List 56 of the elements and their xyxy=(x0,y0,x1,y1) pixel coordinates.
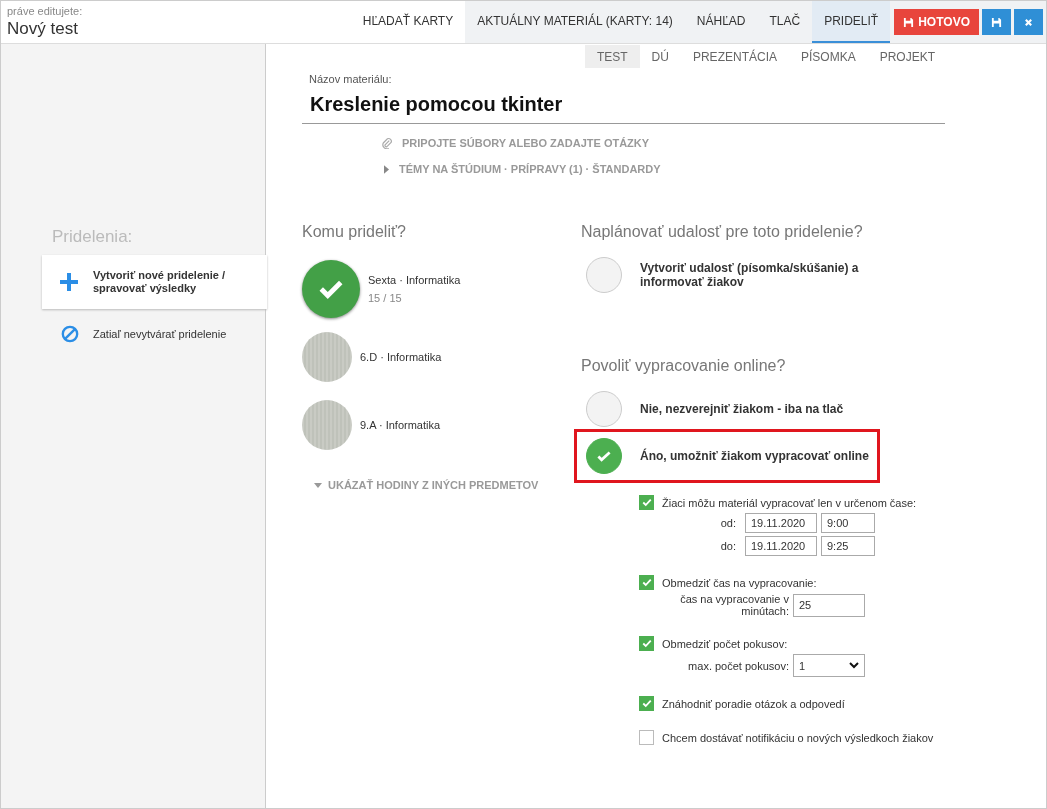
section-heading: Naplánovať udalosť pre toto pridelenie? xyxy=(581,223,864,241)
checkbox[interactable] xyxy=(639,495,654,510)
tab[interactable]: NÁHĽAD xyxy=(684,1,758,43)
caret-icon xyxy=(314,482,322,488)
save-button[interactable] xyxy=(982,9,1011,35)
tab[interactable]: PRIDELIŤ xyxy=(812,1,891,43)
type-tab[interactable]: PREZENTÁCIA xyxy=(680,45,789,68)
section-heading: Komu prideliť? xyxy=(302,223,407,241)
radio-option[interactable]: Áno, umožniť žiakom vypracovať online xyxy=(574,429,880,483)
field-label: max. počet pokusov: xyxy=(687,659,789,672)
checkbox[interactable] xyxy=(639,730,654,745)
checkbox[interactable] xyxy=(639,636,654,651)
document-title: Nový test xyxy=(7,19,79,39)
sidebar-item[interactable]: Vytvoriť nové pridelenie / spravovať výsledky xyxy=(42,255,267,309)
chevron-down-icon xyxy=(849,662,859,669)
field-label: do: xyxy=(719,540,737,552)
date-field[interactable]: 19.11.2020 xyxy=(745,513,817,533)
field-label: Názov materiálu: xyxy=(309,73,393,85)
type-tab[interactable]: PÍSOMKA xyxy=(788,45,868,68)
date-field[interactable]: 19.11.2020 xyxy=(745,536,817,556)
checkbox[interactable] xyxy=(639,696,654,711)
section-heading: Povoliť vypracovanie online? xyxy=(581,357,787,375)
type-tab[interactable]: DÚ xyxy=(639,45,681,68)
sidebar-item[interactable]: Zatiaľ nevytvárať pridelenie xyxy=(42,309,265,359)
type-tab[interactable]: PROJEKT xyxy=(867,45,947,68)
close-icon xyxy=(1024,17,1033,27)
time-field[interactable]: 9:25 xyxy=(821,536,875,556)
field-label: čas na vypracovanie v minútach: xyxy=(679,593,789,617)
checkbox-label: Znáhodniť poradie otázok a odpovedí xyxy=(662,697,845,710)
sidebar-heading: Pridelenia: xyxy=(52,227,134,247)
close-button[interactable] xyxy=(1014,9,1043,35)
ban-icon xyxy=(61,325,79,343)
checkbox-label: Obmedziť čas na vypracovanie: xyxy=(662,576,817,589)
save-icon xyxy=(991,16,1002,28)
checkbox-label: Chcem dostávať notifikáciu o nových výsledkoch žiakov xyxy=(662,731,934,744)
checkbox-label: Žiaci môžu materiál vypracovať len v určenom čase: xyxy=(662,496,917,509)
type-tab[interactable]: TEST xyxy=(584,45,640,68)
caption: práve editujete: xyxy=(7,5,84,17)
field-label: od: xyxy=(719,517,737,529)
plus-icon xyxy=(59,272,79,292)
done-button[interactable]: HOTOVO xyxy=(894,9,979,35)
class-option[interactable]: 6.D · Informatika xyxy=(302,323,581,391)
time-field[interactable]: 9:00 xyxy=(821,513,875,533)
checkbox[interactable] xyxy=(639,575,654,590)
paperclip-icon xyxy=(381,136,392,149)
title-field[interactable]: Kreslenie pomocou tkinter xyxy=(302,87,945,124)
attempts-dropdown[interactable]: 1 xyxy=(793,654,865,677)
caret-icon xyxy=(384,164,389,174)
radio-option[interactable]: Nie, nezverejniť žiakom - iba na tlač xyxy=(581,389,981,429)
radio-option[interactable]: Vytvoriť udalosť (písomka/skúšanie) a informovať žiakov xyxy=(581,252,981,298)
tab[interactable]: AKTUÁLNY MATERIÁL (KARTY: 14) xyxy=(465,1,685,43)
minutes-field[interactable]: 25 xyxy=(793,593,865,617)
tab[interactable]: TLAČ xyxy=(757,1,813,43)
checkbox-label: Obmedziť počet pokusov: xyxy=(662,637,788,650)
save-icon xyxy=(903,16,915,28)
class-option[interactable]: Sexta · Informatika 15 / 15 xyxy=(302,255,581,323)
